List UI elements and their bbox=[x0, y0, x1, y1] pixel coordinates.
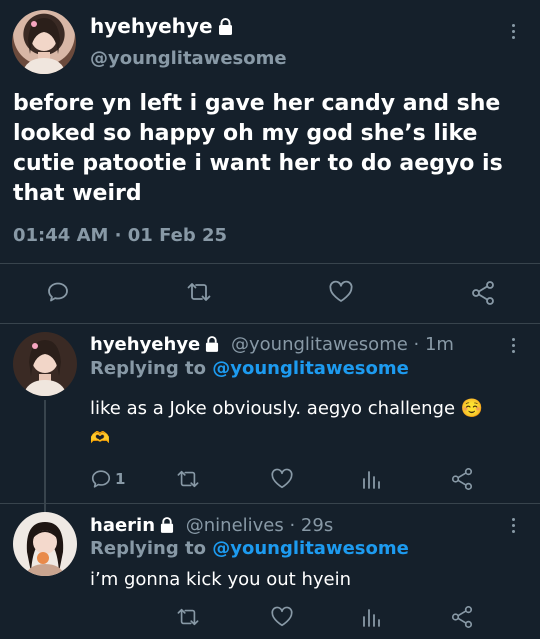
retweet-icon[interactable] bbox=[176, 468, 200, 490]
more-icon[interactable] bbox=[508, 338, 518, 353]
share-icon[interactable] bbox=[470, 280, 496, 306]
like-icon[interactable] bbox=[328, 280, 354, 304]
divider bbox=[0, 263, 540, 264]
replying-to: Replying to @younglitawesome bbox=[90, 538, 409, 560]
like-icon[interactable] bbox=[270, 606, 294, 628]
share-icon[interactable] bbox=[450, 467, 474, 491]
lock-icon bbox=[205, 336, 219, 352]
reply-header: hyehyehye @younglitawesome · 1m bbox=[90, 334, 454, 356]
analytics-icon[interactable] bbox=[360, 606, 382, 628]
thread-line bbox=[44, 400, 46, 512]
replying-to: Replying to @younglitawesome bbox=[90, 358, 409, 380]
display-name-text[interactable]: hyehyehye bbox=[90, 14, 213, 38]
tweet-text: before yn left i gave her candy and she … bbox=[13, 91, 503, 206]
display-name[interactable]: hyehyehye bbox=[90, 14, 233, 38]
replying-handle[interactable]: @younglitawesome bbox=[212, 538, 409, 559]
more-icon[interactable] bbox=[508, 24, 518, 39]
avatar[interactable] bbox=[12, 10, 76, 74]
share-icon[interactable] bbox=[450, 605, 474, 629]
reply-text: i’m gonna kick you out hyein bbox=[90, 569, 351, 590]
reply-text: like as a Joke obviously. aegyo challeng… bbox=[90, 398, 484, 419]
handle-time[interactable]: @ninelives · 29s bbox=[186, 515, 333, 536]
retweet-icon[interactable] bbox=[186, 280, 212, 304]
replying-label: Replying to bbox=[90, 358, 206, 379]
divider bbox=[0, 323, 540, 324]
avatar[interactable] bbox=[13, 512, 77, 576]
display-name[interactable]: haerin bbox=[90, 515, 155, 536]
lock-icon bbox=[160, 517, 174, 533]
more-icon[interactable] bbox=[508, 518, 518, 533]
handle-time[interactable]: @younglitawesome · 1m bbox=[231, 334, 454, 355]
emoji-line: 🫶 bbox=[90, 428, 110, 447]
avatar[interactable] bbox=[13, 332, 77, 396]
divider bbox=[0, 503, 540, 504]
reply-icon[interactable] bbox=[90, 468, 112, 490]
lock-icon bbox=[218, 18, 233, 35]
tweet-timestamp[interactable]: 01:44 AM · 01 Feb 25 bbox=[13, 225, 227, 247]
like-icon[interactable] bbox=[270, 468, 294, 490]
replying-handle[interactable]: @younglitawesome bbox=[212, 358, 409, 379]
replying-label: Replying to bbox=[90, 538, 206, 559]
analytics-icon[interactable] bbox=[360, 468, 382, 490]
reply-header: haerin @ninelives · 29s bbox=[90, 515, 333, 537]
retweet-icon[interactable] bbox=[176, 606, 200, 628]
handle[interactable]: @younglitawesome bbox=[90, 48, 287, 70]
reply-count: 1 bbox=[115, 470, 126, 488]
reply-icon[interactable] bbox=[46, 280, 70, 304]
display-name[interactable]: hyehyehye bbox=[90, 334, 200, 355]
